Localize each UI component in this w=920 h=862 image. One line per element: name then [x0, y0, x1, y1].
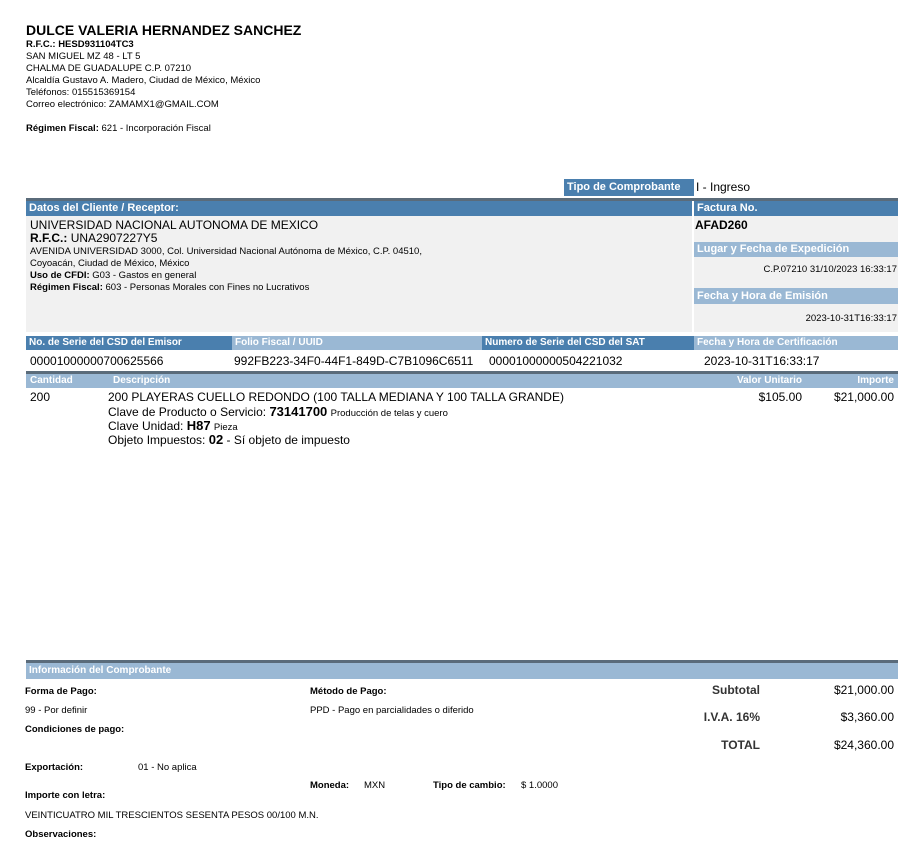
client-uso-cfdi: Uso de CFDI: G03 - Gastos en general: [30, 270, 196, 281]
moneda-value: MXN: [364, 780, 386, 791]
factura-label: Factura No.: [694, 201, 898, 216]
client-uso-cfdi-value: G03 - Gastos en general: [92, 270, 197, 281]
item-clave-unidad: Clave Unidad: H87 Pieza: [108, 418, 238, 433]
issuer-regimen: Régimen Fiscal: 621 - Incorporación Fisc…: [26, 123, 211, 134]
client-regimen: Régimen Fiscal: 603 - Personas Morales c…: [30, 282, 309, 293]
importe-letra-label: Importe con letra:: [25, 790, 106, 801]
items-header-descripcion: Descripción: [113, 375, 171, 386]
importe-letra-value: VEINTICUATRO MIL TRESCIENTOS SESENTA PES…: [25, 810, 319, 821]
lugar-expedicion-label: Lugar y Fecha de Expedición: [694, 242, 898, 257]
moneda-label: Moneda:: [310, 780, 350, 791]
client-regimen-label: Régimen Fiscal:: [30, 282, 103, 293]
issuer-regimen-value: 621 - Incorporación Fiscal: [101, 123, 211, 134]
uuid-value: 992FB223-34F0-44F1-849D-C7B1096C6511: [234, 354, 474, 368]
client-rfc: R.F.C.: UNA2907227Y5: [30, 231, 157, 245]
client-name: UNIVERSIDAD NACIONAL AUTONOMA DE MEXICO: [30, 218, 319, 232]
item-descripcion: 200 PLAYERAS CUELLO REDONDO (100 TALLA M…: [108, 390, 564, 404]
client-uso-cfdi-label: Uso de CFDI:: [30, 270, 90, 281]
item-objeto-impuestos-code: 02: [208, 432, 224, 447]
lugar-expedicion-value: C.P.07210 31/10/2023 16:33:17: [763, 264, 897, 275]
condiciones-pago-label: Condiciones de pago:: [25, 724, 125, 735]
metodo-pago-value: PPD - Pago en parcialidades o diferido: [310, 705, 474, 716]
issuer-rfc: R.F.C.: HESD931104TC3: [26, 39, 134, 50]
uuid-label: Folio Fiscal / UUID: [232, 336, 482, 350]
items-header-importe: Importe: [857, 375, 894, 386]
issuer-address-line-3: Alcaldía Gustavo A. Madero, Ciudad de Mé…: [26, 75, 261, 86]
item-clave-producto-desc: Producción de telas y cuero: [330, 408, 448, 419]
tipo-cambio-label: Tipo de cambio:: [433, 780, 506, 791]
issuer-regimen-label: Régimen Fiscal:: [26, 123, 99, 134]
item-objeto-impuestos-label: Objeto Impuestos:: [108, 433, 206, 447]
items-header-cantidad: Cantidad: [30, 375, 73, 386]
item-valor-unitario: $105.00: [758, 390, 802, 404]
iva-label: I.V.A. 16%: [703, 710, 760, 724]
item-clave-unidad-code: H87: [186, 418, 211, 433]
serie-sat-value: 00001000000504221032: [489, 354, 623, 368]
tipo-cambio-value: $ 1.0000: [521, 780, 558, 791]
certificacion-value: 2023-10-31T16:33:17: [704, 354, 820, 368]
comprobante-type-value: I - Ingreso: [696, 180, 751, 194]
issuer-name: DULCE VALERIA HERNANDEZ SANCHEZ: [26, 22, 302, 38]
observaciones-label: Observaciones:: [25, 829, 97, 840]
fecha-emision-label: Fecha y Hora de Emisión: [694, 288, 898, 304]
issuer-phone: Teléfonos: 015515369154: [26, 87, 136, 98]
fecha-emision-value: 2023-10-31T16:33:17: [805, 313, 897, 324]
forma-pago-value: 99 - Por definir: [25, 705, 88, 716]
serie-emisor-label: No. de Serie del CSD del Emisor: [26, 336, 232, 350]
item-clave-unidad-label: Clave Unidad:: [108, 419, 184, 433]
exportacion-value: 01 - No aplica: [138, 762, 197, 773]
total-label: TOTAL: [721, 738, 760, 752]
item-objeto-impuestos: Objeto Impuestos: 02 - Sí objeto de impu…: [108, 432, 350, 447]
factura-value: AFAD260: [695, 218, 748, 232]
serie-emisor-value: 00001000000700625566: [30, 354, 164, 368]
metodo-pago-label: Método de Pago:: [310, 686, 387, 697]
client-address-line-2: Coyoacán, Ciudad de México, México: [30, 258, 190, 269]
items-header-valor: Valor Unitario: [736, 375, 802, 386]
client-address-line-1: AVENIDA UNIVERSIDAD 3000, Col. Universid…: [30, 246, 422, 257]
item-clave-producto-label: Clave de Producto o Servicio:: [108, 405, 267, 419]
item-clave-producto: Clave de Producto o Servicio: 73141700 P…: [108, 404, 448, 419]
item-cantidad: 200: [30, 390, 51, 404]
client-header: Datos del Cliente / Receptor:: [26, 201, 692, 216]
subtotal-label: Subtotal: [712, 683, 760, 697]
exportacion-label: Exportación:: [25, 762, 84, 773]
certificacion-label: Fecha y Hora de Certificación: [694, 336, 898, 350]
forma-pago-label: Forma de Pago:: [25, 686, 97, 697]
issuer-address-line-1: SAN MIGUEL MZ 48 - LT 5: [26, 51, 141, 62]
client-rfc-label: R.F.C.:: [30, 231, 68, 245]
item-objeto-impuestos-desc: - Sí objeto de impuesto: [226, 433, 350, 447]
iva-value: $3,360.00: [840, 710, 894, 724]
info-header: Información del Comprobante: [26, 663, 898, 679]
serie-sat-label: Numero de Serie del CSD del SAT: [482, 336, 694, 350]
item-clave-producto-code: 73141700: [269, 404, 328, 419]
subtotal-value: $21,000.00: [833, 683, 894, 697]
client-rfc-value: UNA2907227Y5: [70, 231, 158, 245]
comprobante-type-label: Tipo de Comprobante: [564, 179, 694, 196]
total-value: $24,360.00: [833, 738, 894, 752]
item-importe: $21,000.00: [833, 390, 894, 404]
issuer-email: Correo electrónico: ZAMAMX1@GMAIL.COM: [26, 99, 219, 110]
client-regimen-value: 603 - Personas Morales con Fines no Lucr…: [105, 282, 310, 293]
issuer-address-line-2: CHALMA DE GUADALUPE C.P. 07210: [26, 63, 192, 74]
